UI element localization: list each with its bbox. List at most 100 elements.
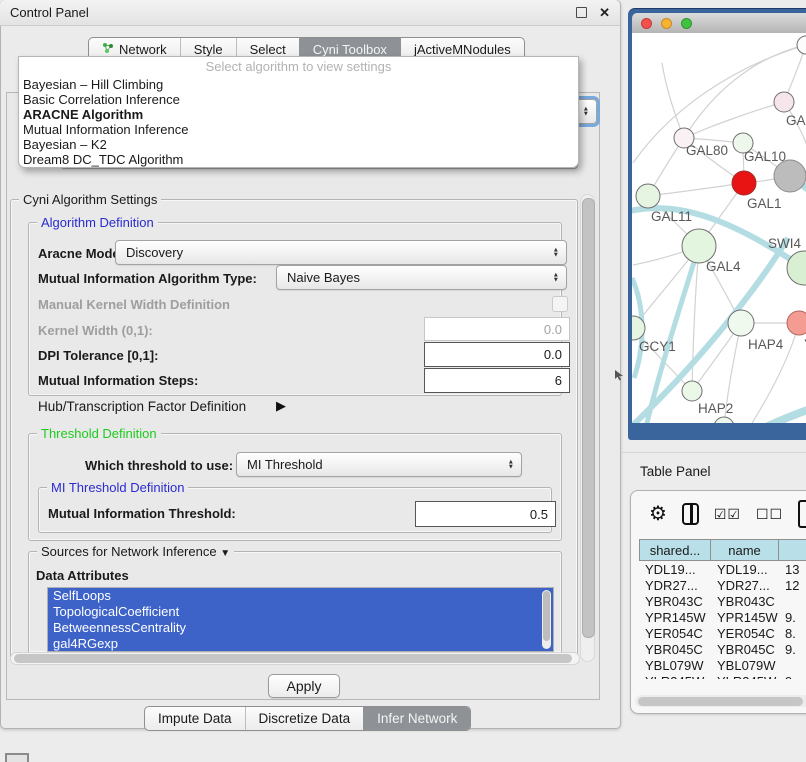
- tab-infer-network[interactable]: Infer Network: [363, 707, 470, 730]
- list-item-attribute[interactable]: BetweennessCentrality: [48, 620, 553, 636]
- table-row[interactable]: YDL19...YDL19...13: [639, 561, 806, 577]
- manual-kernel-checkbox[interactable]: [552, 296, 568, 312]
- list-item-attribute[interactable]: SelfLoops: [48, 588, 553, 604]
- mi-threshold-group-title: MI Threshold Definition: [47, 480, 188, 495]
- close-icon[interactable]: ✕: [599, 5, 610, 21]
- collapsed-corner-box[interactable]: [5, 753, 29, 762]
- gear-icon[interactable]: ⚙: [649, 504, 667, 524]
- algorithm-option[interactable]: Dream8 DC_TDC Algorithm: [19, 152, 578, 167]
- mi-type-combo[interactable]: Naive Bayes ▲▼: [276, 265, 567, 290]
- tab-impute-data[interactable]: Impute Data: [145, 707, 245, 730]
- node-label: GCY1: [639, 339, 676, 354]
- tab-discretize-data[interactable]: Discretize Data: [245, 707, 364, 730]
- list-scrollbar-thumb[interactable]: [543, 591, 550, 641]
- network-view-window[interactable]: GAL GAL80 GAL10 GAL1 GAL11 GAL4 SWI4 GCY…: [628, 8, 806, 440]
- node[interactable]: [728, 310, 754, 336]
- table-row[interactable]: YPR145WYPR145W9.: [639, 609, 806, 625]
- settings-horizontal-scrollbar[interactable]: [10, 652, 580, 665]
- aracne-mode-label: Aracne Mode:: [38, 246, 124, 261]
- data-attributes-list[interactable]: SelfLoops TopologicalCoefficient Between…: [47, 587, 554, 652]
- table-row[interactable]: YBL079WYBL079W: [639, 657, 806, 673]
- table-horizontal-scrollbar[interactable]: [635, 695, 806, 707]
- settings-vertical-scrollbar[interactable]: [580, 194, 595, 662]
- node[interactable]: [636, 184, 660, 208]
- algorithm-prompt: Select algorithm to view settings: [19, 57, 578, 77]
- expand-arrow-icon[interactable]: ▶: [276, 398, 286, 414]
- node[interactable]: [682, 381, 702, 401]
- list-scrollbar[interactable]: [542, 590, 551, 649]
- node[interactable]: [774, 160, 806, 192]
- table-hscroll-thumb[interactable]: [638, 697, 803, 706]
- algorithm-dropdown-popup: Select algorithm to view settings Bayesi…: [18, 56, 579, 168]
- mi-steps-label: Mutual Information Steps:: [38, 373, 198, 388]
- node-label: GAL: [786, 113, 806, 128]
- stepper-icon: ▲▼: [553, 272, 559, 283]
- node[interactable]: [797, 36, 806, 54]
- algorithm-option[interactable]: Basic Correlation Inference: [19, 92, 578, 107]
- mi-threshold-field[interactable]: 0.5: [415, 501, 556, 527]
- node[interactable]: [774, 92, 794, 112]
- tab-network-label: Network: [119, 42, 167, 57]
- mi-threshold-value: 0.5: [530, 507, 548, 522]
- hub-section-label: Hub/Transcription Factor Definition: [38, 399, 246, 414]
- kernel-width-field[interactable]: 0.0: [424, 317, 570, 341]
- table-row[interactable]: YLR345WYLR345W9.: [639, 673, 806, 679]
- node-label: GAL10: [744, 149, 786, 164]
- algorithm-option[interactable]: Bayesian – Hill Climbing: [19, 77, 578, 92]
- stepper-icon: ▲▼: [583, 106, 589, 117]
- mi-type-label: Mutual Information Algorithm Type:: [38, 271, 257, 286]
- settings-hscroll-thumb[interactable]: [14, 654, 572, 663]
- node[interactable]: [682, 229, 716, 263]
- minimize-traffic-light[interactable]: [661, 18, 672, 29]
- node-label: HAP2: [698, 401, 733, 416]
- table-row[interactable]: YBR045CYBR045C9.: [639, 641, 806, 657]
- dpi-tolerance-field[interactable]: 0.0: [424, 342, 570, 367]
- node-label: GAL1: [747, 196, 782, 211]
- table-row[interactable]: YDR27...YDR27...12: [639, 577, 806, 593]
- column-header[interactable]: shared...: [639, 539, 711, 561]
- kernel-width-value: 0.0: [544, 322, 562, 337]
- table-toolbar: ⚙ ☑☑ ☐☐: [631, 491, 806, 537]
- stepper-icon: ▲▼: [508, 459, 514, 470]
- algorithm-option[interactable]: Bayesian – K2: [19, 137, 578, 152]
- which-threshold-label: Which threshold to use:: [85, 458, 233, 473]
- list-item-attribute[interactable]: TopologicalCoefficient: [48, 604, 553, 620]
- node-attribute-table: shared... name YDL19...YDL19...13 YDR27.…: [639, 539, 806, 679]
- network-window-titlebar[interactable]: [632, 13, 806, 33]
- network-canvas[interactable]: GAL GAL80 GAL10 GAL1 GAL11 GAL4 SWI4 GCY…: [632, 33, 806, 423]
- zoom-traffic-light[interactable]: [681, 18, 692, 29]
- control-panel-title: Control Panel: [10, 5, 576, 20]
- algorithm-option-selected[interactable]: ARACNE Algorithm: [19, 107, 578, 122]
- tab-jactivemnodules-label: jActiveMNodules: [414, 42, 511, 57]
- node-label: GAL80: [686, 143, 728, 158]
- algorithm-option[interactable]: Mutual Information Inference: [19, 122, 578, 137]
- aracne-mode-combo[interactable]: Discovery ▲▼: [115, 240, 567, 265]
- unchecked-pair-icon[interactable]: ☐☐: [756, 506, 783, 523]
- node[interactable]: [714, 417, 734, 423]
- page-icon[interactable]: [798, 500, 806, 528]
- collapse-arrow-icon[interactable]: ▼: [220, 548, 230, 559]
- cyni-algorithm-settings-title: Cyni Algorithm Settings: [19, 192, 161, 207]
- which-threshold-value: MI Threshold: [247, 457, 323, 472]
- split-columns-icon[interactable]: [682, 503, 699, 525]
- column-header[interactable]: [779, 539, 806, 561]
- manual-kernel-label: Manual Kernel Width Definition: [38, 297, 230, 312]
- close-traffic-light[interactable]: [641, 18, 652, 29]
- settings-vscroll-thumb[interactable]: [582, 198, 595, 638]
- tab-cyni-toolbox-label: Cyni Toolbox: [313, 42, 387, 57]
- screen: Control Panel ✕ Network Style Select Cyn…: [0, 0, 806, 762]
- mi-steps-field[interactable]: 6: [424, 368, 570, 393]
- apply-button[interactable]: Apply: [268, 674, 340, 698]
- node[interactable]: [787, 311, 806, 335]
- mi-steps-value: 6: [555, 373, 562, 388]
- list-item-attribute[interactable]: gal4RGexp: [48, 636, 553, 652]
- algorithm-definition-title: Algorithm Definition: [37, 215, 158, 230]
- table-row[interactable]: YER054CYER054C8.: [639, 625, 806, 641]
- table-row[interactable]: YBR043CYBR043C: [639, 593, 806, 609]
- node-selected[interactable]: [732, 171, 756, 195]
- mouse-cursor: [615, 369, 624, 384]
- which-threshold-combo[interactable]: MI Threshold ▲▼: [236, 452, 522, 477]
- float-icon[interactable]: [576, 7, 587, 18]
- checked-pair-icon[interactable]: ☑☑: [714, 506, 741, 523]
- column-header[interactable]: name: [711, 539, 779, 561]
